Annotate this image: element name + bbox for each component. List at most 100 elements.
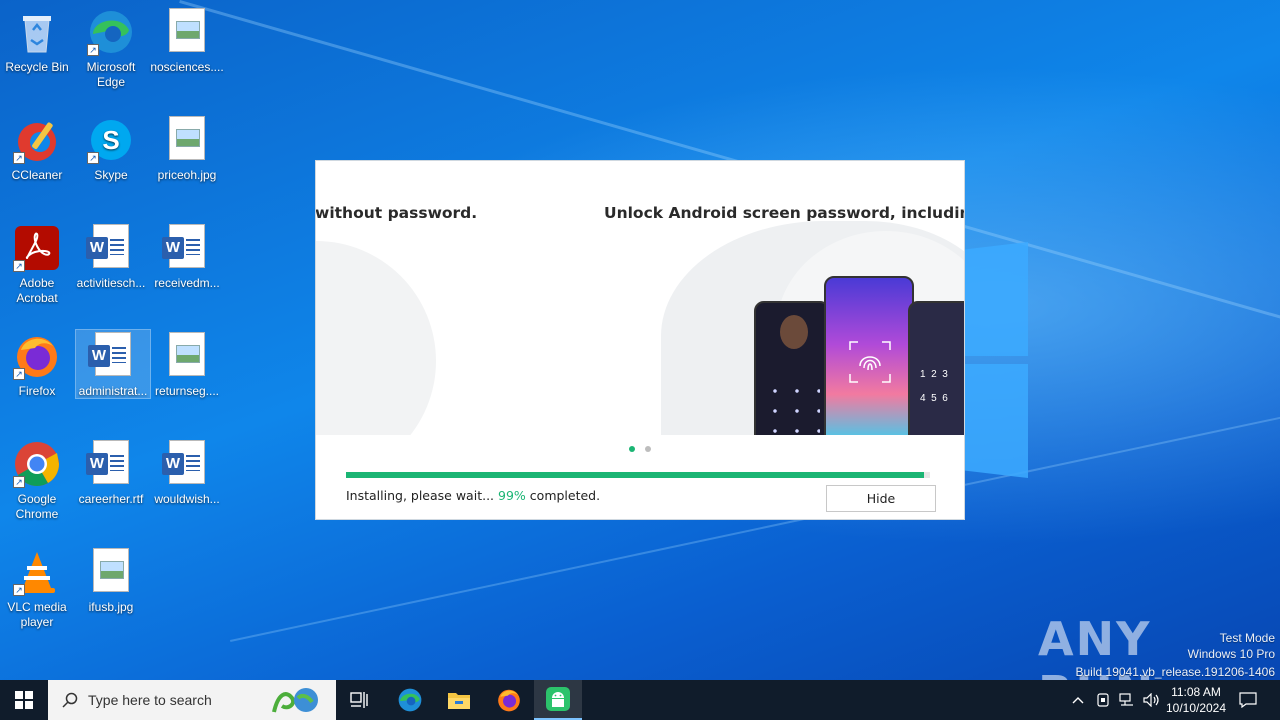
taskbar-installer-app-button[interactable] [534, 680, 582, 720]
action-center-button[interactable] [1234, 680, 1262, 720]
tray-clock[interactable]: 11:08 AM 10/10/2024 [1162, 680, 1230, 720]
phone-illustration-left [754, 301, 830, 436]
taskbar-file-explorer-button[interactable] [435, 680, 483, 720]
phone-illustration-right: 1 2 34 5 6 [908, 301, 964, 436]
desktop-icon-image-file[interactable]: returnseg.... [150, 326, 224, 399]
desktop-icon-image-file[interactable]: priceoh.jpg [150, 110, 224, 183]
shortcut-arrow-icon: ↗ [87, 44, 99, 56]
desktop-icon-word-file-selected[interactable]: W administrat... [75, 329, 151, 399]
desktop-icon-word-file[interactable]: W receivedm... [150, 218, 224, 291]
desktop-icon-label: administrat... [78, 384, 148, 398]
folder-icon [448, 693, 470, 709]
shortcut-arrow-icon: ↗ [13, 368, 25, 380]
install-progress-fill [346, 472, 925, 478]
firefox-icon: ↗ [13, 332, 61, 380]
word-document-icon: W [162, 224, 211, 272]
recycle-bin-icon [13, 8, 61, 56]
taskbar-edge-button[interactable] [386, 680, 434, 720]
desktop-icon-image-file[interactable]: nosciences.... [150, 2, 224, 75]
taskbar-search-box[interactable]: Type here to search [48, 680, 336, 720]
desktop-icon-vlc[interactable]: ↗ VLC media player [0, 542, 74, 630]
install-status-text: Installing, please wait... 99% completed… [346, 488, 600, 503]
image-file-icon [163, 116, 211, 164]
desktop-icon-word-file[interactable]: W activitiesch... [74, 218, 148, 291]
task-view-button[interactable] [336, 680, 384, 720]
clock-time: 11:08 AM [1171, 685, 1221, 699]
desktop-icon-label: Adobe Acrobat [16, 276, 58, 305]
tray-network-button[interactable] [1115, 680, 1139, 720]
acrobat-icon: ↗ [13, 224, 61, 272]
desktop-icon-microsoft-edge[interactable]: ↗ Microsoft Edge [74, 2, 148, 90]
search-placeholder: Type here to search [88, 692, 212, 708]
desktop-icon-ccleaner[interactable]: ↗ CCleaner [0, 110, 74, 183]
android-unlock-app-icon [546, 687, 570, 711]
desktop-icon-label: Google Chrome [15, 492, 59, 521]
decorative-blob [316, 241, 436, 436]
shortcut-arrow-icon: ↗ [13, 476, 25, 488]
install-progress-bar [346, 472, 930, 478]
image-file-icon [87, 548, 135, 596]
speaker-icon [1143, 693, 1159, 707]
carousel-dot-active[interactable] [629, 446, 635, 452]
vlc-cone-icon: ↗ [13, 548, 61, 596]
tray-device-icon[interactable] [1092, 680, 1114, 720]
status-suffix: completed. [529, 488, 601, 503]
network-icon [1119, 693, 1133, 706]
desktop-icon-label: priceoh.jpg [157, 168, 217, 182]
desktop-icon-firefox[interactable]: ↗ Firefox [0, 326, 74, 399]
desktop-icon-label: VLC media player [7, 600, 67, 629]
hide-button[interactable]: Hide [826, 485, 936, 512]
taskbar: Type here to search 11:08 AM 10/10/2024 [0, 680, 1280, 720]
build-text: Build 19041.vb_release.191206-1406 [1075, 665, 1276, 679]
firefox-icon [498, 689, 520, 712]
shortcut-arrow-icon: ↗ [87, 152, 99, 164]
chrome-icon: ↗ [13, 440, 61, 488]
fingerprint-icon [849, 341, 891, 383]
desktop-icon-label: ifusb.jpg [88, 600, 134, 614]
skype-icon: S ↗ [87, 116, 135, 164]
desktop-icon-adobe-acrobat[interactable]: ↗ Adobe Acrobat [0, 218, 74, 306]
start-button[interactable] [0, 680, 48, 720]
desktop-icon-label: returnseg.... [154, 384, 220, 398]
search-highlight-icon [272, 688, 318, 713]
status-prefix: Installing, please wait... [346, 488, 495, 503]
shortcut-arrow-icon: ↗ [13, 152, 25, 164]
desktop-icon-label: Firefox [18, 384, 56, 398]
notification-icon [1239, 692, 1257, 708]
desktop-icon-label: Skype [94, 168, 128, 182]
show-hidden-icons-button[interactable] [1066, 680, 1090, 720]
desktop-icon-recycle-bin[interactable]: Recycle Bin [0, 2, 74, 75]
desktop-icon-label: receivedm... [154, 276, 220, 290]
word-document-icon: W [86, 224, 135, 272]
desktop-icon-label: careerher.rtf [78, 492, 144, 506]
windows-edition-text: Windows 10 Pro [1187, 647, 1275, 661]
word-document-icon: W [162, 440, 211, 488]
test-mode-text: Test Mode [1219, 631, 1275, 645]
desktop-icon-label: activitiesch... [76, 276, 146, 290]
chevron-up-icon [1072, 697, 1084, 704]
desktop-icon-word-file[interactable]: W wouldwish... [150, 434, 224, 507]
shortcut-arrow-icon: ↗ [13, 260, 25, 272]
desktop-icon-label: CCleaner [11, 168, 63, 182]
desktop-icon-label: Recycle Bin [5, 60, 69, 74]
taskbar-firefox-button[interactable] [485, 680, 533, 720]
word-document-icon: W [86, 440, 135, 488]
image-file-icon [163, 332, 211, 380]
carousel-slide-text: without password. [316, 204, 478, 222]
carousel-dot[interactable] [645, 446, 651, 452]
shortcut-arrow-icon: ↗ [13, 584, 25, 596]
status-percent: 99% [498, 488, 526, 503]
desktop-icon-label: Microsoft Edge [86, 60, 136, 89]
desktop-icon-skype[interactable]: S ↗ Skype [74, 110, 148, 183]
task-view-icon [350, 692, 368, 708]
desktop-icon-label: nosciences.... [150, 60, 224, 74]
desktop-icon-image-file[interactable]: ifusb.jpg [74, 542, 148, 615]
image-file-icon [163, 8, 211, 56]
desktop-icon-word-file[interactable]: W careerher.rtf [74, 434, 148, 507]
desktop-icon-google-chrome[interactable]: ↗ Google Chrome [0, 434, 74, 522]
tray-volume-button[interactable] [1140, 680, 1164, 720]
carousel-slide-text: Unlock Android screen password, includin… [604, 204, 964, 222]
search-icon [62, 692, 78, 708]
installer-window: without password. Unlock Android screen … [315, 160, 965, 520]
phone-illustration-center [824, 276, 914, 436]
